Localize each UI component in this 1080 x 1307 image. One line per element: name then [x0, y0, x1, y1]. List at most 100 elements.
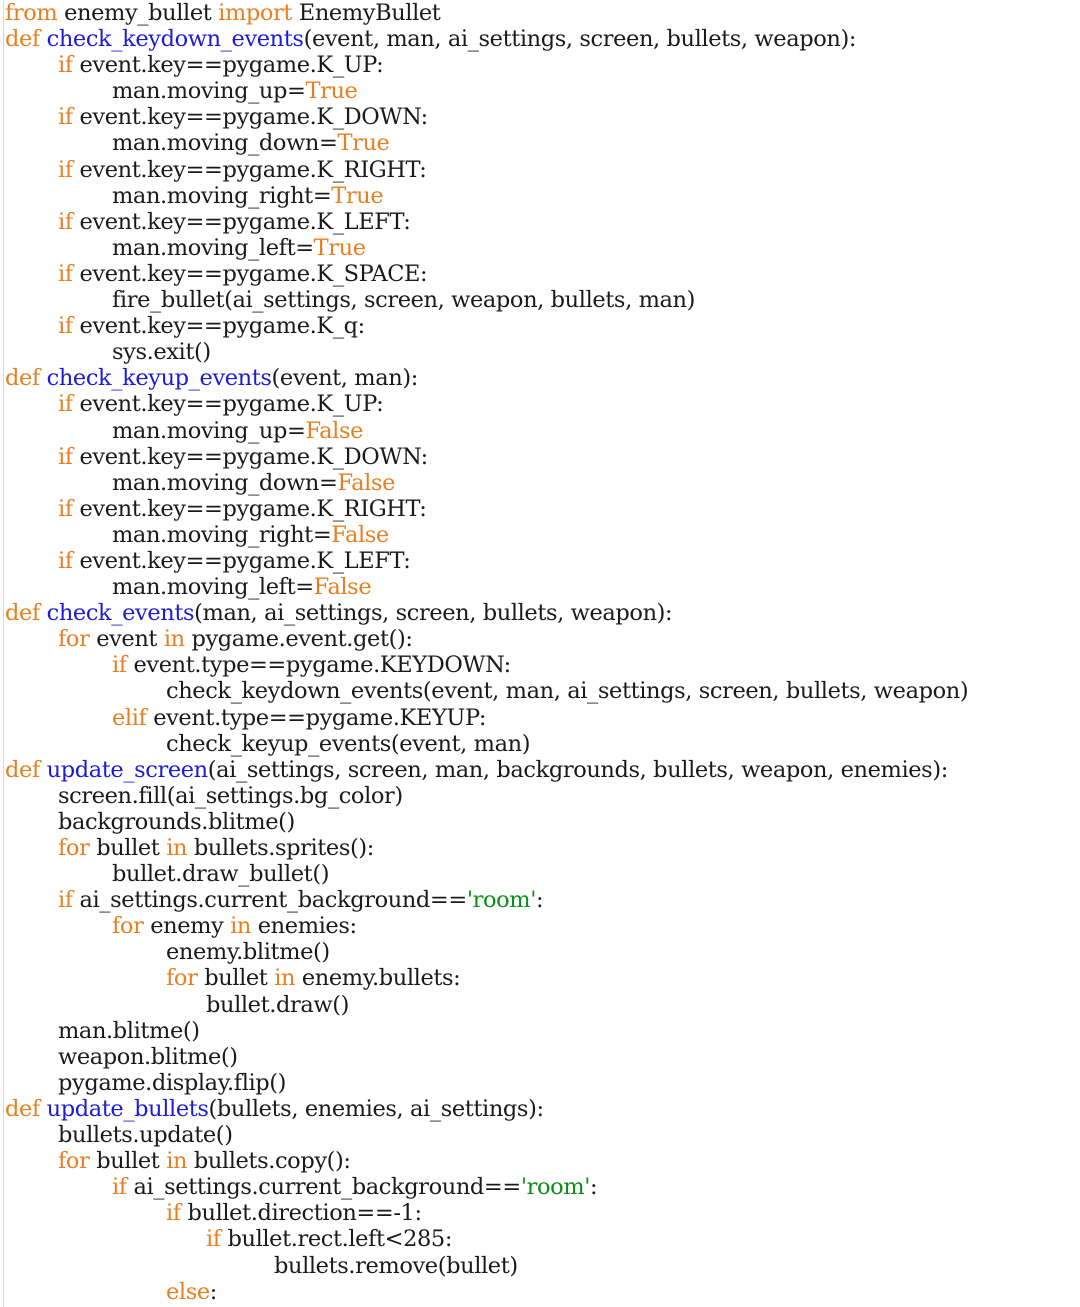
code-line[interactable]: if event.key==pygame.K_RIGHT:	[0, 496, 968, 522]
code-text-token: event.key==pygame.K_SPACE:	[72, 260, 428, 287]
code-text-token: sys.exit()	[112, 339, 211, 366]
code-text-token: event.key==pygame.K_DOWN:	[72, 104, 428, 131]
keyword-token: if	[58, 547, 73, 574]
keyword-token: def	[5, 1095, 40, 1122]
code-text-token: ai_settings.current_background==	[72, 887, 467, 914]
code-line[interactable]: elif event.type==pygame.KEYUP:	[0, 705, 968, 731]
keyword-token: for	[58, 626, 90, 653]
code-text-token: bullet	[89, 835, 167, 861]
code-line[interactable]: man.moving_right=False	[0, 522, 968, 548]
code-text-token: man.moving_left=	[112, 574, 314, 601]
code-line[interactable]: for event in pygame.event.get():	[0, 626, 968, 652]
code-line[interactable]: for bullet in bullets.sprites():	[0, 835, 968, 861]
code-text-token: ai_settings.current_background==	[126, 1174, 521, 1201]
code-line[interactable]: backgrounds.blitme()	[0, 809, 968, 835]
code-line[interactable]: man.moving_left=True	[0, 235, 968, 261]
keyword-token: True	[305, 78, 358, 105]
code-line[interactable]: bullet.draw()	[0, 992, 968, 1018]
keyword-token: if	[58, 391, 73, 418]
code-text-token: enemy_bullet	[57, 0, 219, 26]
code-line[interactable]: for enemy in enemies:	[0, 913, 968, 939]
code-text-token: :	[209, 1278, 218, 1305]
code-line[interactable]: if ai_settings.current_background=='room…	[0, 1174, 968, 1200]
code-line[interactable]: man.moving_left=False	[0, 574, 968, 600]
code-text-token: EnemyBullet	[292, 0, 441, 26]
string-token: 'room'	[466, 887, 537, 914]
code-text-token: event.key==pygame.K_DOWN:	[72, 443, 428, 470]
code-line[interactable]: if event.key==pygame.K_SPACE:	[0, 261, 968, 287]
code-text-token: bullet.draw()	[206, 991, 349, 1018]
keyword-token: def	[5, 600, 40, 627]
keyword-token: True	[337, 130, 390, 157]
code-text-token: event.key==pygame.K_LEFT:	[72, 208, 411, 235]
code-text-token: man.moving_down=	[112, 130, 338, 157]
code-line[interactable]: if event.type==pygame.KEYDOWN:	[0, 652, 968, 678]
code-line[interactable]: def update_bullets(bullets, enemies, ai_…	[0, 1096, 968, 1122]
keyword-token: if	[58, 208, 73, 235]
code-area[interactable]: from enemy_bullet import EnemyBullet def …	[0, 0, 969, 1305]
code-line[interactable]: enemy.blitme()	[0, 939, 968, 965]
code-editor[interactable]: from enemy_bullet import EnemyBullet def …	[0, 0, 1080, 1307]
code-line[interactable]: if event.key==pygame.K_DOWN:	[0, 444, 968, 470]
code-text-token: pygame.display.flip()	[58, 1069, 287, 1096]
code-line[interactable]: bullets.update()	[0, 1122, 968, 1148]
code-line[interactable]: else:	[0, 1279, 968, 1305]
code-line[interactable]: if ai_settings.current_background=='room…	[0, 887, 968, 913]
code-text-token: weapon.blitme()	[58, 1043, 238, 1070]
code-line[interactable]: for bullet in bullets.copy():	[0, 1148, 968, 1174]
code-line[interactable]: bullets.remove(bullet)	[0, 1253, 968, 1279]
code-text-token: bullets.copy():	[187, 1148, 351, 1175]
code-line[interactable]: man.moving_up=False	[0, 418, 968, 444]
code-line[interactable]: man.blitme()	[0, 1018, 968, 1044]
code-text-token: check_keyup_events(event, man)	[166, 730, 531, 757]
code-line[interactable]: sys.exit()	[0, 339, 968, 365]
code-line[interactable]: def check_keydown_events(event, man, ai_…	[0, 26, 968, 52]
code-line[interactable]: fire_bullet(ai_settings, screen, weapon,…	[0, 287, 968, 313]
code-line[interactable]: for bullet in enemy.bullets:	[0, 965, 968, 991]
code-line[interactable]: if event.key==pygame.K_LEFT:	[0, 209, 968, 235]
keyword-token: if	[58, 495, 73, 522]
code-line[interactable]: if event.key==pygame.K_UP:	[0, 52, 968, 78]
code-line[interactable]: if bullet.direction==-1:	[0, 1200, 968, 1226]
code-line[interactable]: pygame.display.flip()	[0, 1070, 968, 1096]
code-line[interactable]: bullet.draw_bullet()	[0, 861, 968, 887]
code-line[interactable]: man.moving_down=False	[0, 470, 968, 496]
code-line[interactable]: from enemy_bullet import EnemyBullet	[0, 0, 968, 26]
code-line[interactable]: if event.key==pygame.K_q:	[0, 313, 968, 339]
code-line[interactable]: if bullet.rect.left<285:	[0, 1226, 968, 1252]
code-text-token: man.moving_right=	[112, 182, 332, 209]
code-line[interactable]: check_keyup_events(event, man)	[0, 731, 968, 757]
code-text-token: :	[536, 887, 544, 914]
code-line[interactable]: if event.key==pygame.K_LEFT:	[0, 548, 968, 574]
code-text-token: event.type==pygame.KEYDOWN:	[126, 652, 511, 679]
code-text-token: event	[89, 626, 164, 653]
code-line[interactable]: man.moving_up=True	[0, 78, 968, 104]
keyword-token: True	[313, 234, 366, 261]
code-text-token: event.key==pygame.K_UP:	[72, 52, 384, 79]
code-line[interactable]: check_keydown_events(event, man, ai_sett…	[0, 678, 969, 704]
code-text-token: event.key==pygame.K_q:	[72, 313, 365, 340]
code-line[interactable]: man.moving_down=True	[0, 130, 968, 156]
code-text-token: man.moving_right=	[112, 521, 332, 548]
keyword-token: def	[5, 26, 40, 53]
code-text-token: enemies:	[251, 913, 357, 940]
code-line[interactable]: if event.key==pygame.K_UP:	[0, 391, 968, 417]
code-line[interactable]: if event.key==pygame.K_RIGHT:	[0, 157, 968, 183]
code-line[interactable]: def check_keyup_events(event, man):	[0, 365, 968, 391]
code-line[interactable]: def check_events(man, ai_settings, scree…	[0, 600, 968, 626]
code-text-token: backgrounds.blitme()	[58, 808, 295, 835]
keyword-token: if	[58, 156, 73, 183]
code-text-token: (event, man):	[271, 365, 419, 392]
code-line[interactable]: man.moving_right=True	[0, 183, 968, 209]
code-text-token: enemy.blitme()	[166, 939, 330, 966]
code-line[interactable]: if event.key==pygame.K_DOWN:	[0, 104, 968, 130]
keyword-token: in	[166, 835, 188, 861]
code-line[interactable]: screen.fill(ai_settings.bg_color)	[0, 783, 968, 809]
code-text-token: man.moving_down=	[112, 469, 338, 496]
code-text-token: event.key==pygame.K_UP:	[72, 391, 384, 418]
code-line[interactable]: def update_screen(ai_settings, screen, m…	[0, 757, 968, 783]
code-line[interactable]: weapon.blitme()	[0, 1044, 968, 1070]
code-text-token: bullet.draw_bullet()	[112, 861, 330, 888]
code-text-token: bullets.remove(bullet)	[274, 1252, 518, 1279]
